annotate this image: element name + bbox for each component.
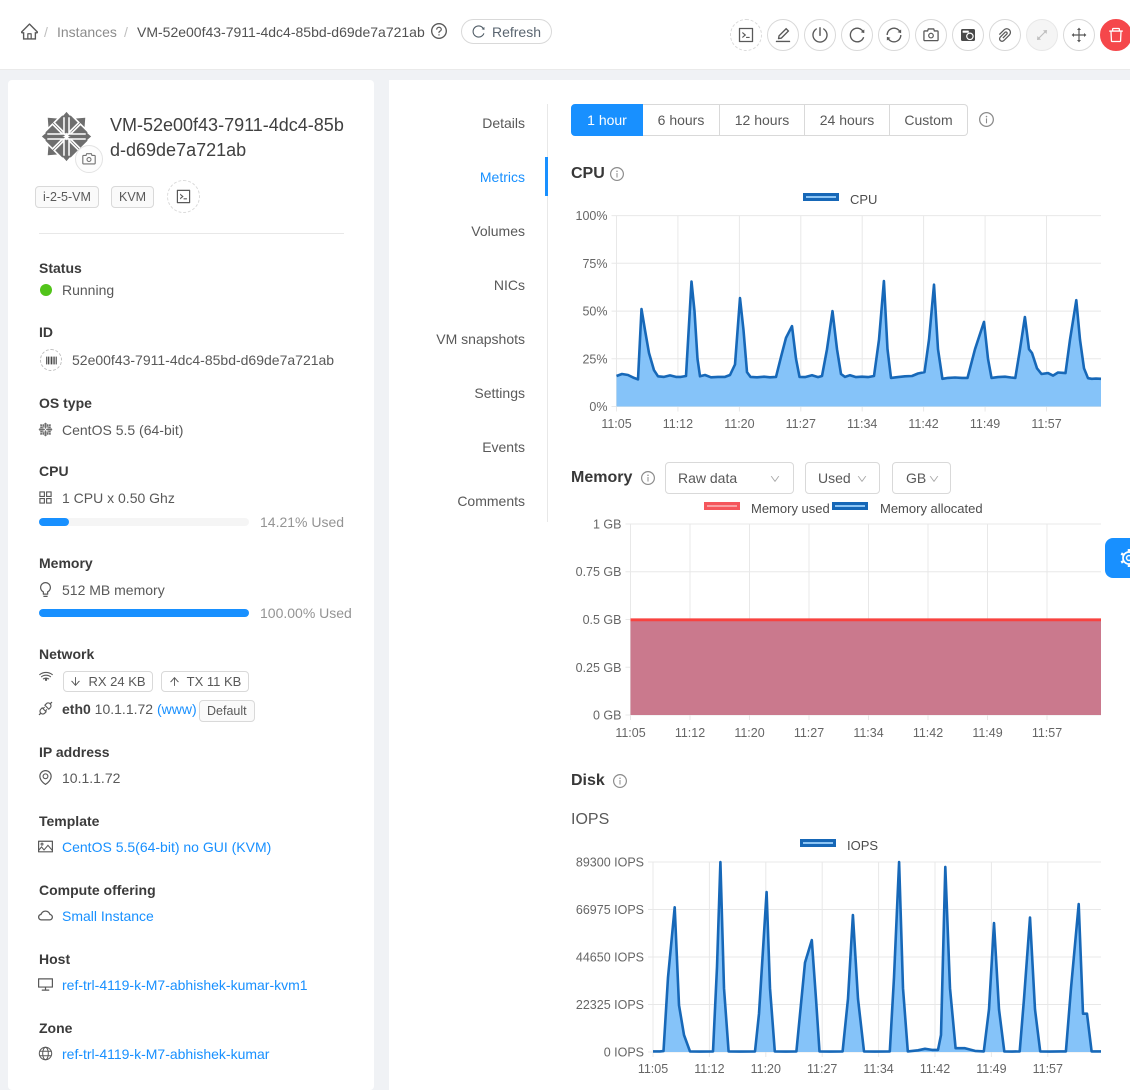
svg-text:0.25 GB: 0.25 GB [576,661,622,675]
svg-text:11:57: 11:57 [1031,417,1061,431]
svg-text:11:42: 11:42 [908,417,938,431]
svg-text:0.75 GB: 0.75 GB [576,565,622,579]
svg-text:11:34: 11:34 [863,1062,893,1076]
svg-text:11:05: 11:05 [601,417,631,431]
svg-text:11:42: 11:42 [913,726,943,740]
svg-text:0 GB: 0 GB [593,709,622,723]
svg-text:89300 IOPS: 89300 IOPS [576,856,644,870]
svg-text:11:49: 11:49 [972,726,1002,740]
svg-text:0.5 GB: 0.5 GB [583,613,622,627]
svg-text:11:57: 11:57 [1033,1062,1063,1076]
svg-text:11:27: 11:27 [794,726,824,740]
svg-text:66975 IOPS: 66975 IOPS [576,903,644,917]
svg-text:11:12: 11:12 [694,1062,724,1076]
svg-text:11:12: 11:12 [663,417,693,431]
svg-text:100%: 100% [576,209,608,223]
svg-text:22325 IOPS: 22325 IOPS [576,998,644,1012]
svg-text:11:05: 11:05 [615,726,645,740]
svg-text:11:12: 11:12 [675,726,705,740]
svg-text:11:42: 11:42 [920,1062,950,1076]
svg-text:25%: 25% [582,352,607,366]
svg-text:1 GB: 1 GB [593,518,622,532]
svg-text:0%: 0% [589,400,607,414]
svg-text:44650 IOPS: 44650 IOPS [576,951,644,965]
svg-text:11:49: 11:49 [976,1062,1006,1076]
svg-text:11:27: 11:27 [786,417,816,431]
svg-text:11:20: 11:20 [724,417,754,431]
svg-text:0 IOPS: 0 IOPS [604,1046,644,1060]
svg-text:11:34: 11:34 [847,417,877,431]
svg-text:11:34: 11:34 [853,726,883,740]
svg-text:11:49: 11:49 [970,417,1000,431]
svg-text:11:27: 11:27 [807,1062,837,1076]
svg-text:11:05: 11:05 [638,1062,668,1076]
svg-text:11:20: 11:20 [734,726,764,740]
svg-text:11:57: 11:57 [1032,726,1062,740]
svg-text:75%: 75% [582,257,607,271]
svg-text:50%: 50% [582,305,607,319]
svg-text:11:20: 11:20 [751,1062,781,1076]
